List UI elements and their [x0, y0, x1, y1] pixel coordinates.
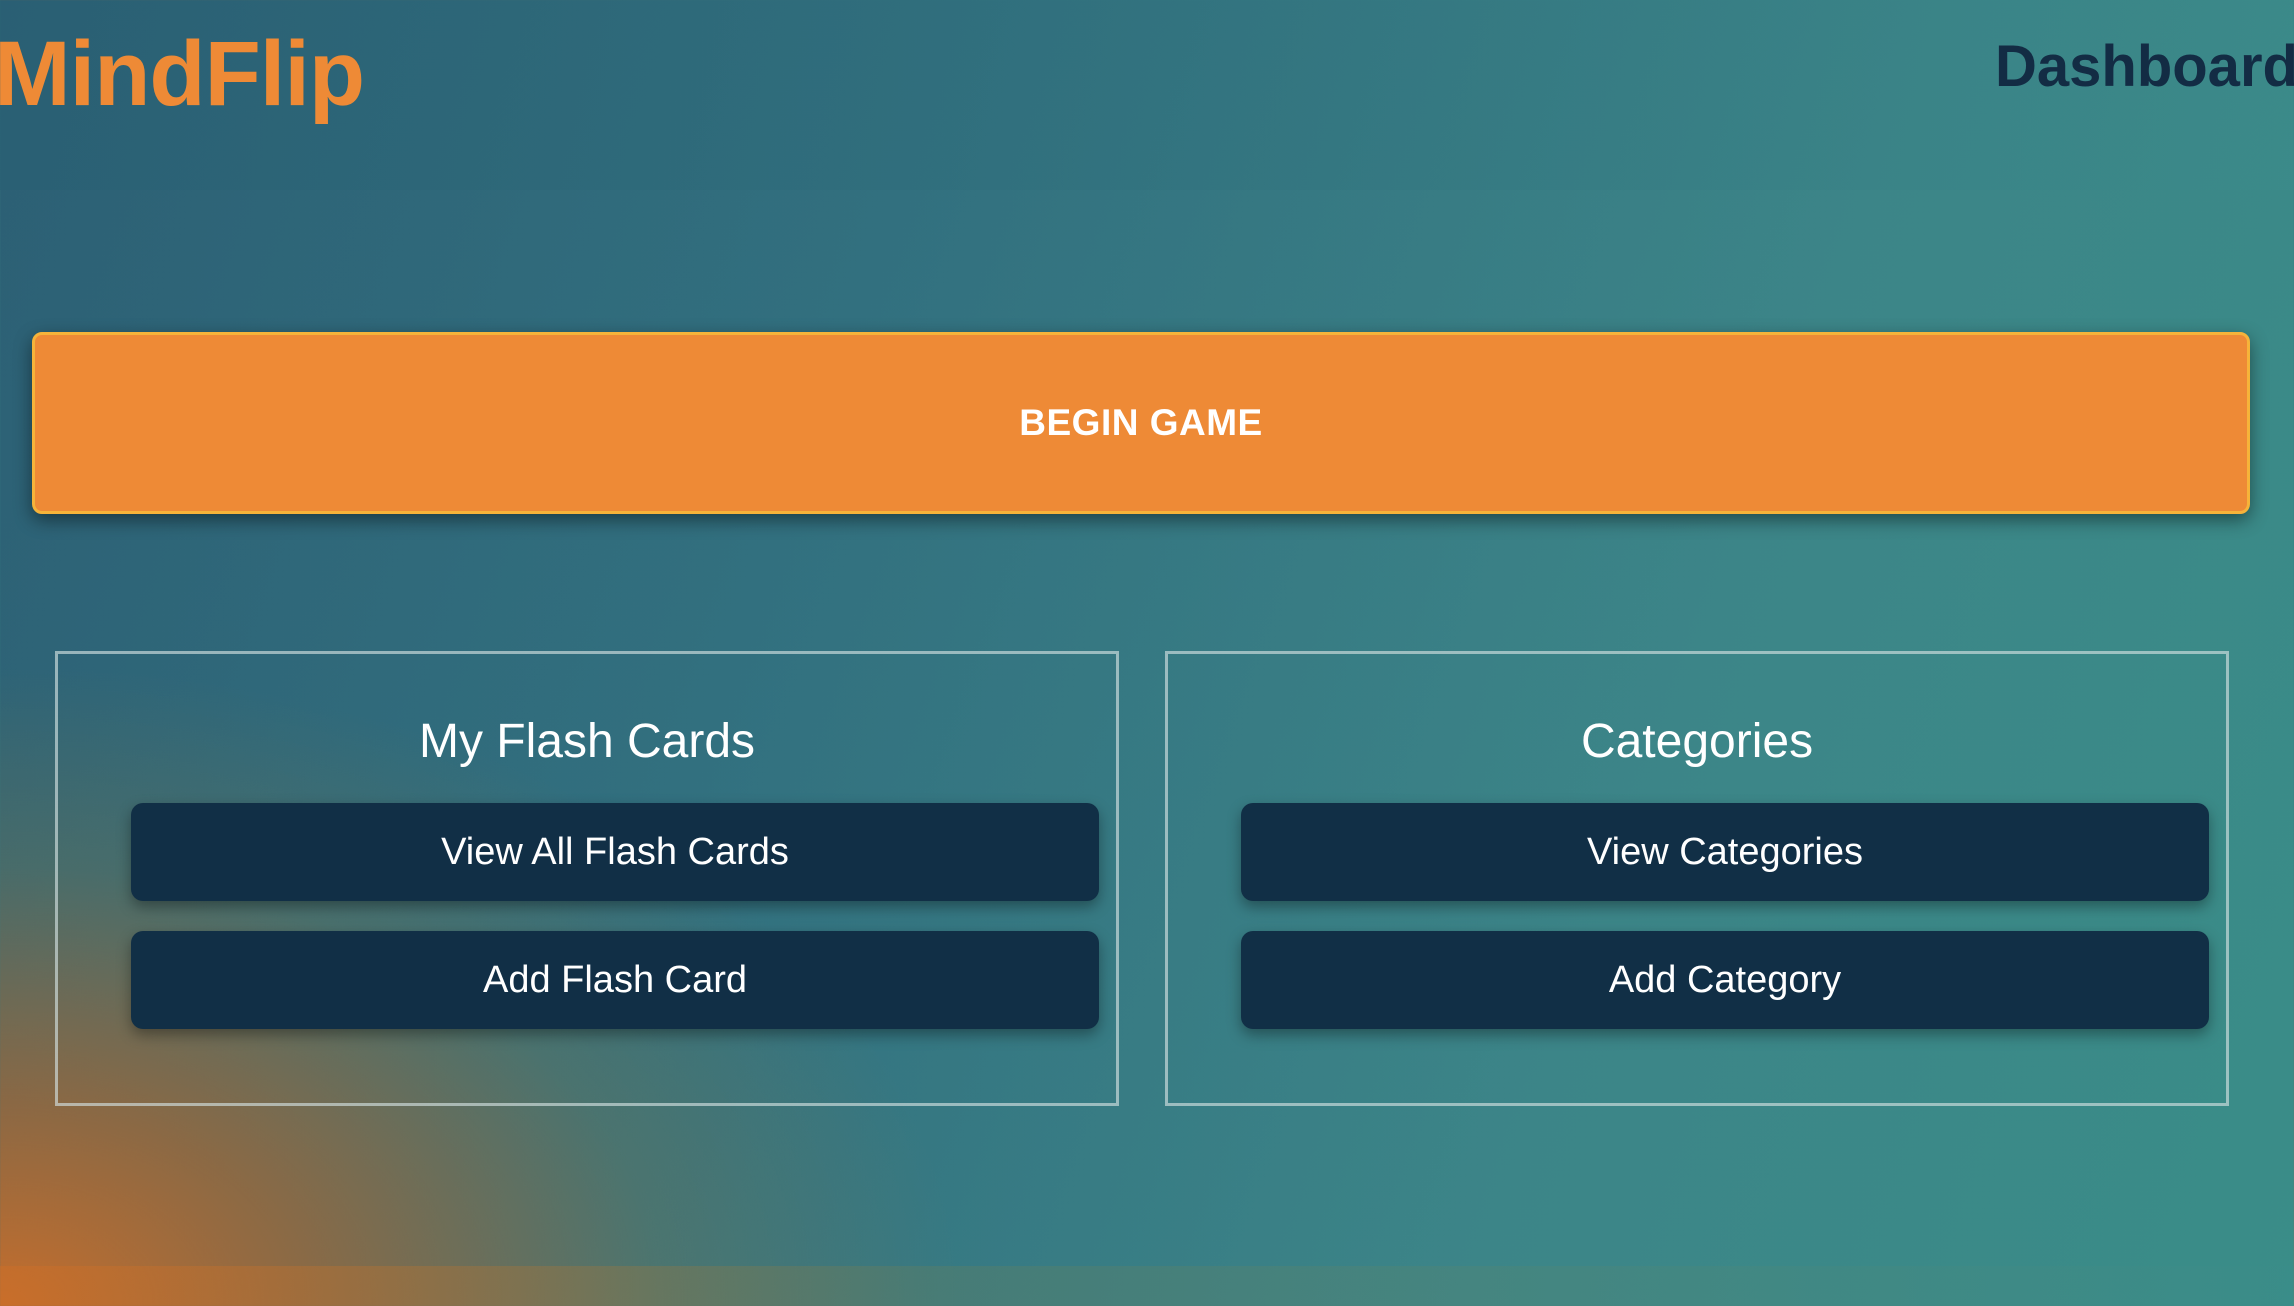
begin-game-button[interactable]: BEGIN GAME: [32, 332, 2250, 514]
add-flash-card-button[interactable]: Add Flash Card: [131, 931, 1099, 1029]
add-category-button[interactable]: Add Category: [1241, 931, 2209, 1029]
view-categories-button[interactable]: View Categories: [1241, 803, 2209, 901]
categories-panel-title: Categories: [1580, 715, 1814, 768]
page-title[interactable]: Dashboard: [1995, 32, 2294, 102]
categories-panel: Categories View Categories Add Category: [1165, 651, 2229, 1106]
view-all-flash-cards-button[interactable]: View All Flash Cards: [131, 803, 1099, 901]
header-bar: MindFlip Dashboard: [0, 0, 2294, 190]
app-logo[interactable]: MindFlip: [0, 14, 365, 134]
flash-cards-panel: My Flash Cards View All Flash Cards Add …: [55, 651, 1119, 1106]
begin-game-label: BEGIN GAME: [1019, 402, 1263, 443]
footer-band: [0, 1266, 2294, 1306]
flash-cards-panel-title: My Flash Cards: [418, 715, 756, 768]
